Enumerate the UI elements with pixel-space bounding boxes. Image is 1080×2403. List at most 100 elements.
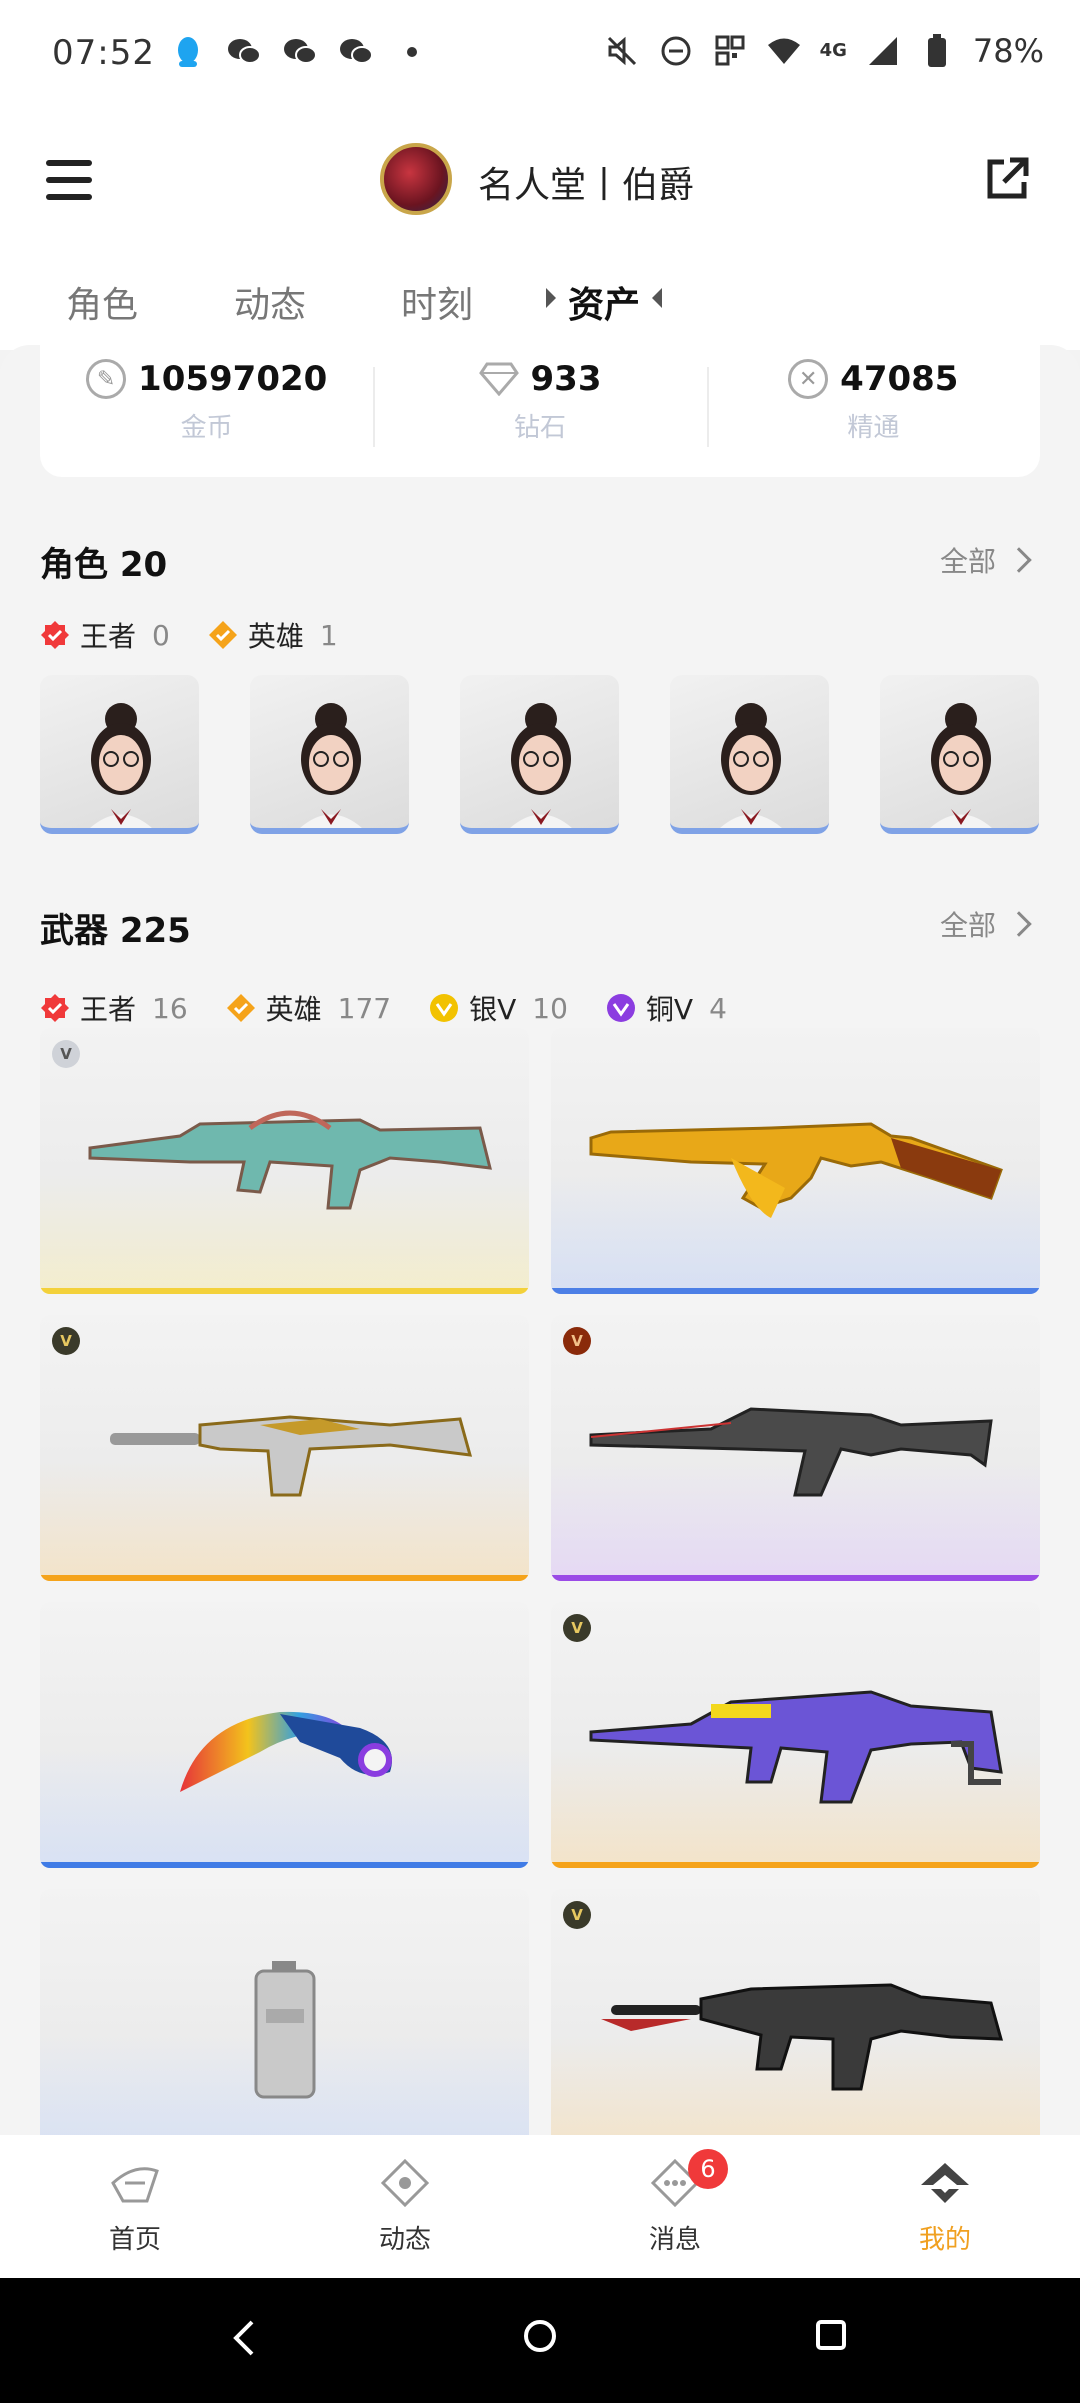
tier-name: 铜V [645,993,694,1026]
chevron-right-icon [1006,547,1032,573]
share-icon[interactable] [984,154,1032,202]
character-portrait [90,703,152,828]
activity-icon [379,2157,431,2209]
wifi-icon [766,33,802,69]
mastery-label: 精通 [847,413,900,443]
weapons-see-all-button[interactable]: 全部 [939,904,1032,944]
character-card[interactable] [40,675,199,834]
app-header: 名人堂丨伯爵 [0,110,1080,250]
black-rifle-image [601,1983,1003,2091]
tier-count: 4 [709,991,727,1025]
tier-king: 王者 0 [40,615,170,655]
character-list [40,675,1039,834]
system-nav-bar [0,2278,1080,2403]
tier-count: 10 [532,991,568,1025]
diamond-label: 钻石 [513,413,566,443]
weapon-card[interactable] [551,1028,1040,1294]
tab-activity[interactable]: 动态 [234,276,306,328]
character-card[interactable] [460,675,619,834]
chevron-right-icon [1006,911,1032,937]
tier-hero: 英雄 177 [226,988,391,1028]
silver-v-badge-icon [430,994,459,1022]
dnd-icon [658,33,694,69]
weapons-title: 武器 225 [40,911,191,951]
nav-profile[interactable]: 我的 [810,2135,1080,2278]
tier-hero: 英雄 1 [208,615,338,655]
nav-activity[interactable]: 动态 [270,2135,540,2278]
recents-icon[interactable] [814,2318,848,2352]
purple-rifle-image [589,1690,1003,1804]
tier-name: 银V [469,993,517,1026]
character-portrait [300,703,362,828]
page-title: 名人堂丨伯爵 [478,165,695,206]
wechat-icon [338,34,374,70]
diamond-icon [478,362,519,396]
character-card[interactable] [670,675,829,834]
dark-rifle-image [589,1407,993,1497]
tier-name: 英雄 [265,993,322,1026]
character-portrait [930,703,992,828]
weapon-card[interactable]: V [551,1315,1040,1581]
character-portrait [720,703,782,828]
mastery-icon: ✕ [788,359,829,399]
tab-assets[interactable]: 资产 [568,276,640,328]
notification-icons [170,34,430,70]
characters-title: 角色 20 [40,545,168,585]
see-all-label: 全部 [939,909,996,942]
nav-label: 首页 [108,2225,161,2255]
tier-silver-v: 银V 10 [429,988,568,1028]
tab-role[interactable]: 角色 [66,276,138,328]
weapon-card[interactable]: V [551,1889,1040,2155]
avatar[interactable] [380,143,452,215]
tier-count: 0 [152,618,170,652]
character-tier-row: 王者 0 英雄 1 [40,615,338,655]
tier-name: 英雄 [247,620,304,653]
tier-count: 16 [152,991,188,1025]
nav-label: 我的 [918,2225,971,2255]
tier-count: 1 [319,618,338,652]
grenade-image [254,1961,316,2099]
battery-icon [919,33,955,69]
nfc-icon [712,33,748,69]
see-all-label: 全部 [939,545,996,578]
diamond-value: 933 [530,359,602,399]
weapon-card[interactable] [40,1602,529,1868]
weapon-card[interactable]: V [551,1602,1040,1868]
characters-see-all-button[interactable]: 全部 [939,540,1032,580]
tier-name: 王者 [80,993,137,1026]
karambit-image [180,1711,392,1792]
nav-label: 动态 [378,2225,431,2255]
mastery-value: 47085 [840,359,959,399]
currency-diamonds: 933 钻石 [373,345,706,477]
status-time: 07:52 [52,33,155,73]
nav-label: 消息 [648,2225,701,2255]
home-icon [109,2157,161,2209]
character-card[interactable] [880,675,1039,834]
nav-messages[interactable]: 6 消息 [540,2135,810,2278]
back-icon[interactable] [228,2318,258,2358]
home-button-icon[interactable] [522,2318,558,2354]
weapon-card[interactable]: V [40,1315,529,1581]
tier-count: 177 [337,991,392,1025]
tier-name: 王者 [80,620,137,653]
tab-moments[interactable]: 时刻 [401,276,473,328]
character-card[interactable] [250,675,409,834]
rifle-image [88,1110,492,1210]
battery-percent: 78% [972,32,1044,70]
unread-badge: 6 [688,2149,728,2189]
wechat-icon [226,34,262,70]
character-portrait [510,703,572,828]
weapon-tier-row: 王者 16 英雄 177 银V 10 铜V 4 [40,988,727,1028]
mute-icon [604,33,640,69]
weapon-card[interactable]: V [40,1028,529,1294]
coin-value: 10597020 [138,359,328,399]
tab-bar: 角色 动态 时刻 资产 [0,250,1080,350]
coin-label: 金币 [180,413,233,443]
network-label: 4G [819,40,847,61]
tab-marker-right-icon [652,288,662,308]
nav-home[interactable]: 首页 [0,2135,270,2278]
bronze-v-badge-icon [606,994,635,1022]
menu-icon[interactable] [46,160,92,200]
coin-icon: ✎ [86,359,127,399]
weapon-card[interactable] [40,1889,529,2155]
